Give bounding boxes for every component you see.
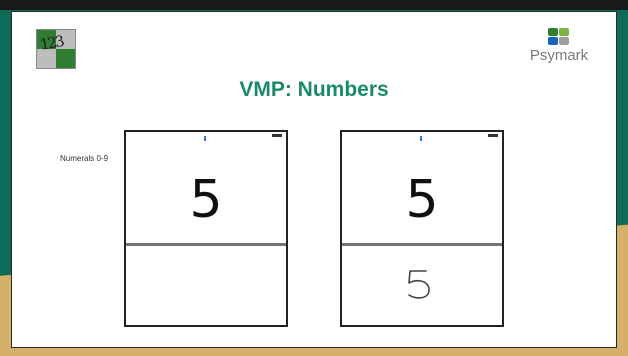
screen-divider <box>126 243 286 246</box>
psymark-brand: Psymark <box>529 47 589 64</box>
screen-divider <box>342 243 502 246</box>
status-bar <box>126 132 286 146</box>
target-digit: 5 <box>189 170 223 230</box>
numerals-label: Numerals 0-9 <box>60 154 109 163</box>
slide: 123 Psymark VMP: Numbers Numerals 0-9 5 … <box>12 12 616 347</box>
screen-response: 5 <box>340 130 504 327</box>
screen-target: 5 <box>124 130 288 327</box>
slide-title: VMP: Numbers <box>239 78 389 101</box>
target-digit: 5 <box>405 170 439 230</box>
psymark-logo-icon: Psymark <box>514 28 604 68</box>
handwritten-digit[interactable] <box>400 265 440 305</box>
top-border <box>0 0 628 10</box>
numbers-logo-icon: 123 <box>36 29 76 69</box>
status-bar <box>342 132 502 146</box>
